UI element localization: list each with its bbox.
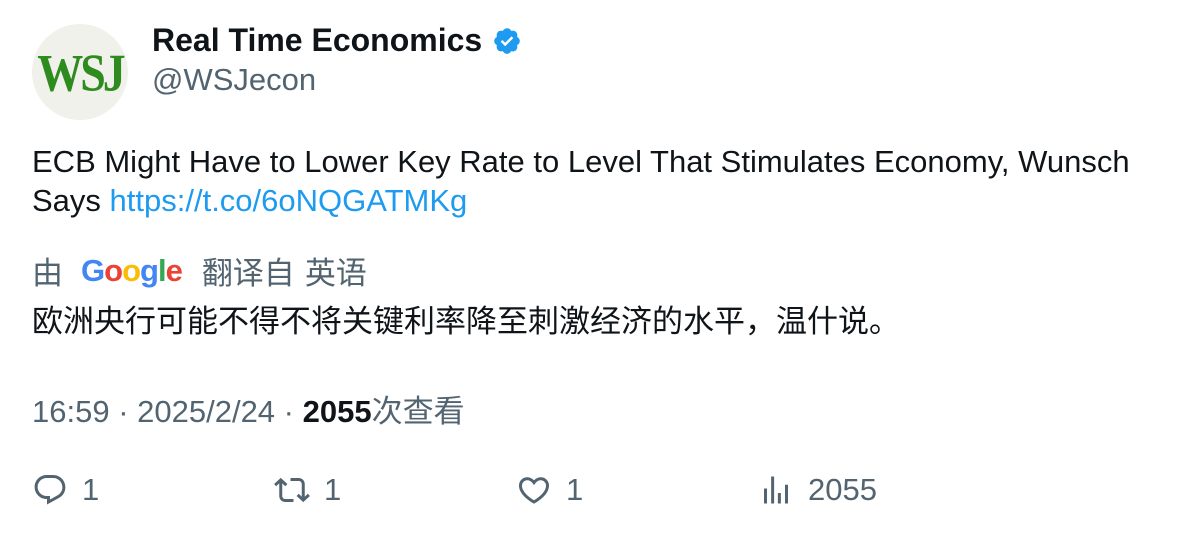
source-language: 英语 xyxy=(304,256,367,291)
avatar[interactable]: WSJ xyxy=(32,24,128,120)
meta-separator: · xyxy=(109,394,138,429)
tweet-text: ECB Might Have to Lower Key Rate to Leve… xyxy=(32,142,1162,220)
verified-badge-icon xyxy=(494,27,521,54)
action-bar: 1 1 1 2055 xyxy=(0,472,1196,512)
author-display-name[interactable]: Real Time Economics xyxy=(152,22,482,59)
translation-by-label: 由 xyxy=(32,256,63,291)
tweet-time[interactable]: 16:59 xyxy=(32,394,110,429)
tweet-link[interactable]: https://t.co/6oNQGATMKg xyxy=(110,183,468,218)
meta-views-label: 次查看 xyxy=(371,394,465,429)
like-button[interactable]: 1 xyxy=(516,472,583,508)
author-name-row: Real Time Economics xyxy=(152,22,522,59)
meta-views-count: 2055 xyxy=(302,394,372,429)
tweet-meta: 16:59 · 2025/2/24 · 2055次查看 xyxy=(32,386,465,431)
reply-button[interactable]: 1 xyxy=(32,472,99,508)
views-count: 2055 xyxy=(808,472,877,507)
avatar-logo-text: WSJ xyxy=(37,42,126,102)
retweet-icon xyxy=(274,477,310,503)
reply-count: 1 xyxy=(82,472,100,507)
reply-icon xyxy=(34,475,66,505)
author-handle[interactable]: @WSJecon xyxy=(152,62,316,98)
translated-from-label: 翻译自 xyxy=(201,256,295,291)
heart-icon xyxy=(518,477,550,504)
retweet-button[interactable]: 1 xyxy=(274,472,341,508)
translated-tweet-text: 欧洲央行可能不得不将关键利率降至刺激经济的水平，温什说。 xyxy=(32,304,900,339)
meta-separator: · xyxy=(275,394,303,429)
translation-attribution: 由 Google 翻译自 英语 xyxy=(32,248,367,293)
tweet-date[interactable]: 2025/2/24 xyxy=(137,394,275,429)
google-logo[interactable]: Google xyxy=(81,253,183,289)
analytics-icon xyxy=(764,476,788,504)
like-count: 1 xyxy=(566,472,584,507)
views-button[interactable]: 2055 xyxy=(758,472,877,508)
retweet-count: 1 xyxy=(324,472,342,507)
